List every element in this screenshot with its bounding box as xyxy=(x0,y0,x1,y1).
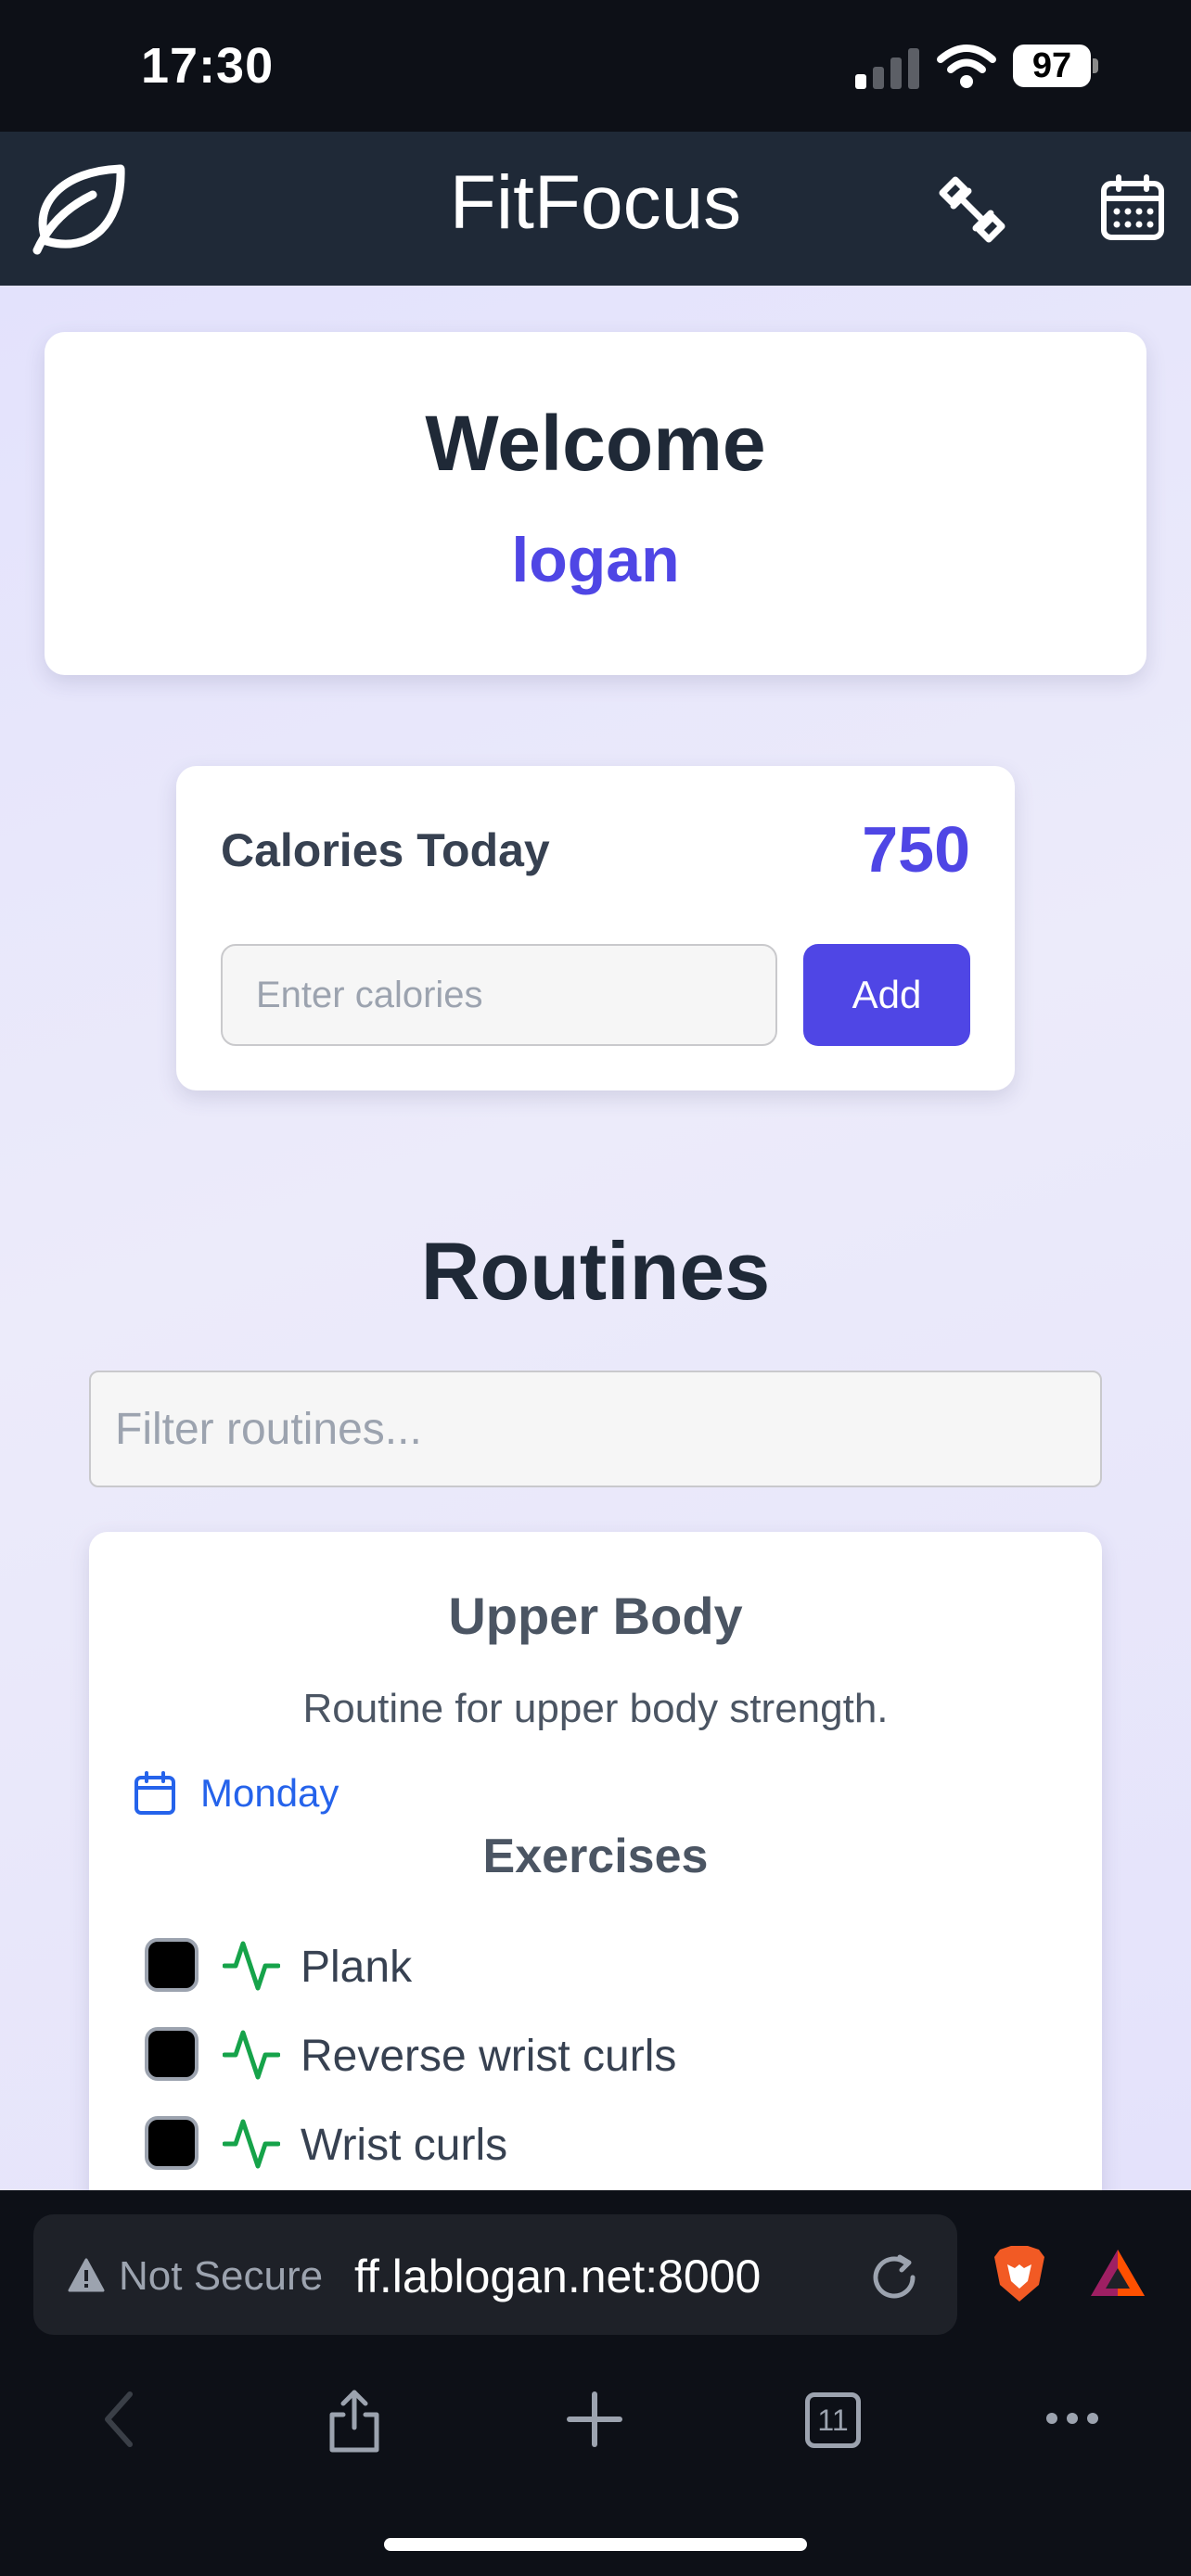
back-icon[interactable] xyxy=(98,2389,139,2450)
routines-title: Routines xyxy=(420,1225,771,1317)
tab-count: 11 xyxy=(817,2404,849,2437)
warning-icon xyxy=(68,2258,105,2292)
exercise-checkbox[interactable] xyxy=(145,2116,198,2170)
calendar-icon[interactable] xyxy=(1100,174,1165,241)
exercise-checkbox[interactable] xyxy=(145,2027,198,2081)
url-text[interactable]: ff.lablogan.net:8000 xyxy=(354,2250,761,2303)
calendar-icon xyxy=(134,1771,175,1815)
bat-rewards-icon[interactable] xyxy=(1087,2246,1148,2302)
activity-pulse-icon xyxy=(223,1941,280,1991)
share-icon[interactable] xyxy=(327,2389,382,2454)
battery-icon: 97 xyxy=(1013,45,1100,87)
more-menu-icon[interactable] xyxy=(1044,2407,1100,2429)
wifi-icon xyxy=(937,45,996,88)
leaf-icon[interactable] xyxy=(26,158,130,261)
cellular-signal-icon xyxy=(855,48,919,89)
exercise-name: Reverse wrist curls xyxy=(301,2032,677,2081)
filter-routines-input[interactable] xyxy=(89,1371,1102,1487)
new-tab-plus-icon[interactable] xyxy=(566,2389,623,2450)
welcome-title: Welcome xyxy=(425,400,766,487)
routine-day: Monday xyxy=(200,1771,339,1815)
exercise-name: Wrist curls xyxy=(301,2121,508,2170)
tabs-icon[interactable]: 11 xyxy=(805,2392,861,2448)
calories-label: Calories Today xyxy=(221,824,550,876)
brave-shield-icon[interactable] xyxy=(991,2244,1048,2305)
calories-value: 750 xyxy=(862,813,970,886)
activity-pulse-icon xyxy=(223,2030,280,2080)
exercise-checkbox[interactable] xyxy=(145,1938,198,1992)
battery-level: 97 xyxy=(1031,46,1072,85)
status-time: 17:30 xyxy=(141,38,275,94)
exercise-name: Plank xyxy=(301,1943,413,1992)
home-indicator xyxy=(384,2538,807,2551)
routine-name: Upper Body xyxy=(448,1587,743,1645)
welcome-card xyxy=(45,332,1146,675)
activity-pulse-icon xyxy=(223,2119,280,2169)
dumbbell-icon[interactable] xyxy=(937,174,1007,245)
add-calories-button[interactable]: Add xyxy=(803,944,970,1046)
routine-description: Routine for upper body strength. xyxy=(302,1686,889,1731)
calories-input[interactable] xyxy=(221,944,777,1046)
app-title: FitFocus xyxy=(449,160,742,245)
security-label: Not Secure xyxy=(119,2253,324,2299)
exercises-title: Exercises xyxy=(482,1830,709,1883)
welcome-username: logan xyxy=(511,525,680,595)
reload-icon[interactable] xyxy=(866,2250,922,2305)
